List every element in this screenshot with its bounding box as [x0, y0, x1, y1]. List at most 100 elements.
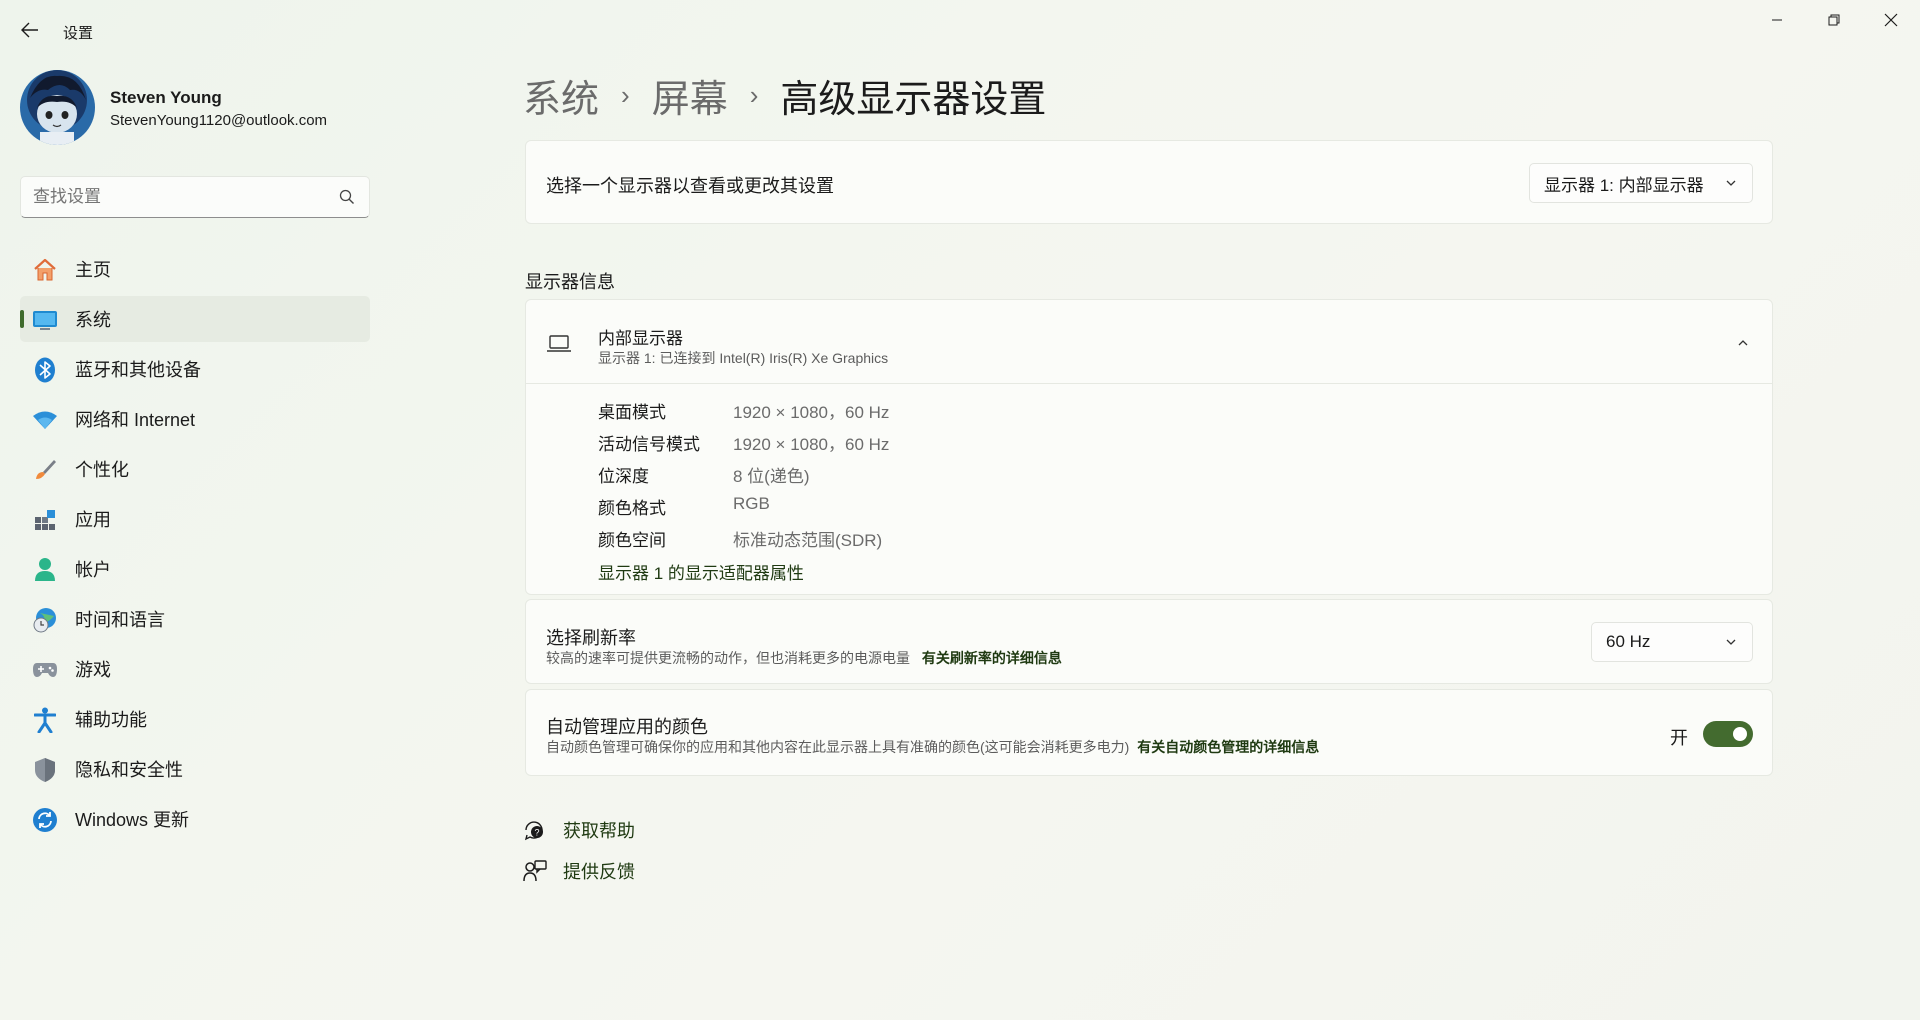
color-management-label: 自动管理应用的颜色	[546, 717, 708, 737]
sidebar-item-label: 帐户	[75, 560, 111, 580]
feedback-icon	[523, 860, 547, 882]
breadcrumb: 系统 › 屏幕 › 高级显示器设置	[523, 68, 1047, 123]
color-management-desc: 自动颜色管理可确保你的应用和其他内容在此显示器上具有准确的颜色(这可能会消耗更多…	[546, 737, 1319, 757]
monitor-icon	[32, 307, 58, 333]
user-email: StevenYoung1120@outlook.com	[110, 112, 328, 129]
sidebar-item-time-language[interactable]: 时间和语言	[20, 596, 370, 642]
shield-icon	[32, 757, 58, 783]
restore-icon	[1828, 14, 1840, 26]
chevron-down-icon	[1726, 180, 1736, 186]
home-icon	[32, 257, 58, 283]
search-icon[interactable]	[339, 189, 355, 205]
display-info-header[interactable]: 内部显示器 显示器 1: 已连接到 Intel(R) Iris(R) Xe Gr…	[526, 300, 1772, 384]
user-profile[interactable]: Steven Young StevenYoung1120@outlook.com	[20, 70, 380, 146]
sidebar-item-label: 隐私和安全性	[75, 760, 183, 780]
refresh-rate-dropdown[interactable]: 60 Hz	[1591, 622, 1753, 662]
info-key: 桌面模式	[598, 403, 666, 422]
toggle-knob	[1733, 727, 1747, 741]
display-select-label: 选择一个显示器以查看或更改其设置	[546, 176, 834, 196]
update-icon	[32, 807, 58, 833]
sidebar-item-personalization[interactable]: 个性化	[20, 446, 370, 492]
info-key: 位深度	[598, 467, 649, 486]
section-title-display-info: 显示器信息	[525, 272, 615, 292]
sidebar-item-label: 蓝牙和其他设备	[75, 360, 201, 380]
toggle-state-label: 开	[1670, 728, 1688, 748]
display-select-value: 显示器 1: 内部显示器	[1544, 175, 1704, 195]
adapter-properties-link[interactable]: 显示器 1 的显示适配器属性	[598, 559, 804, 584]
apps-icon	[32, 507, 58, 533]
help-icon: ?	[524, 821, 543, 841]
sidebar-item-apps[interactable]: 应用	[20, 496, 370, 542]
info-key: 颜色空间	[598, 531, 666, 550]
sidebar-item-gaming[interactable]: 游戏	[20, 646, 370, 692]
back-button[interactable]	[14, 14, 46, 46]
close-icon	[1884, 13, 1898, 27]
sidebar-item-label: 网络和 Internet	[75, 410, 196, 430]
color-management-details-link[interactable]: 有关自动颜色管理的详细信息	[1137, 739, 1319, 755]
info-value: 1920 × 1080，60 Hz	[733, 403, 890, 422]
accessibility-icon	[32, 707, 58, 733]
get-help-label: 获取帮助	[563, 821, 635, 841]
get-help-link[interactable]: ? 获取帮助	[523, 817, 723, 843]
info-value: 8 位(递色)	[733, 467, 810, 486]
sidebar-item-label: 游戏	[75, 660, 111, 680]
info-value: 标准动态范围(SDR)	[733, 531, 883, 550]
sidebar-item-label: 时间和语言	[75, 610, 165, 630]
restore-button[interactable]	[1805, 0, 1863, 40]
globe-clock-icon	[32, 607, 58, 633]
user-name: Steven Young	[110, 88, 222, 107]
active-indicator	[20, 310, 24, 328]
sidebar-item-home[interactable]: 主页	[20, 246, 370, 292]
search-box[interactable]	[20, 176, 370, 218]
sidebar-item-privacy[interactable]: 隐私和安全性	[20, 746, 370, 792]
sidebar-nav: 主页 系统 蓝牙和其他设备 网络和 Internet 个性化 应用 帐户 时间和…	[20, 246, 370, 846]
sidebar-item-accessibility[interactable]: 辅助功能	[20, 696, 370, 742]
feedback-label: 提供反馈	[563, 862, 635, 882]
breadcrumb-separator: ›	[749, 79, 759, 110]
brush-icon	[32, 457, 58, 483]
refresh-rate-card: 选择刷新率 较高的速率可提供更流畅的动作，但也消耗更多的电源电量 有关刷新率的详…	[525, 599, 1773, 684]
refresh-rate-desc-text: 较高的速率可提供更流畅的动作，但也消耗更多的电源电量	[546, 650, 910, 666]
display-subtitle: 显示器 1: 已连接到 Intel(R) Iris(R) Xe Graphics	[598, 350, 889, 366]
svg-text:?: ?	[534, 828, 539, 838]
chevron-up-icon[interactable]	[1736, 336, 1750, 350]
feedback-link[interactable]: 提供反馈	[523, 858, 723, 884]
color-management-toggle[interactable]	[1703, 721, 1753, 747]
info-key: 颜色格式	[598, 499, 666, 518]
breadcrumb-item-system[interactable]: 系统	[523, 68, 599, 123]
chevron-down-icon	[1726, 639, 1736, 645]
breadcrumb-separator: ›	[621, 79, 630, 110]
search-input[interactable]	[33, 187, 323, 207]
sidebar-item-bluetooth[interactable]: 蓝牙和其他设备	[20, 346, 370, 392]
minimize-button[interactable]	[1748, 0, 1806, 40]
gamepad-icon	[32, 657, 58, 683]
refresh-rate-desc: 较高的速率可提供更流畅的动作，但也消耗更多的电源电量 有关刷新率的详细信息	[546, 648, 1062, 668]
sidebar-item-system[interactable]: 系统	[20, 296, 370, 342]
display-info-card: 内部显示器 显示器 1: 已连接到 Intel(R) Iris(R) Xe Gr…	[525, 299, 1773, 595]
info-value: RGB	[733, 494, 770, 513]
sidebar-item-windows-update[interactable]: Windows 更新	[20, 796, 370, 842]
close-button[interactable]	[1862, 0, 1920, 40]
display-name: 内部显示器	[598, 329, 683, 348]
sidebar-item-accounts[interactable]: 帐户	[20, 546, 370, 592]
color-management-desc-text: 自动颜色管理可确保你的应用和其他内容在此显示器上具有准确的颜色(这可能会消耗更多…	[546, 739, 1130, 755]
refresh-rate-value: 60 Hz	[1606, 632, 1651, 651]
sidebar-item-network[interactable]: 网络和 Internet	[20, 396, 370, 442]
page-title: 高级显示器设置	[780, 78, 1047, 121]
title-bar: 设置	[0, 0, 1920, 60]
refresh-rate-label: 选择刷新率	[546, 628, 636, 648]
display-select-dropdown[interactable]: 显示器 1: 内部显示器	[1529, 163, 1753, 203]
info-key: 活动信号模式	[598, 435, 700, 454]
display-select-card: 选择一个显示器以查看或更改其设置 显示器 1: 内部显示器	[525, 140, 1773, 224]
arrow-left-icon	[21, 22, 38, 38]
sidebar-item-label: 主页	[75, 260, 111, 280]
sidebar-item-label: 系统	[75, 310, 111, 330]
breadcrumb-item-display[interactable]: 屏幕	[652, 68, 728, 123]
avatar[interactable]	[20, 70, 95, 145]
sidebar-item-label: 个性化	[75, 460, 129, 480]
minimize-icon	[1772, 19, 1782, 21]
refresh-rate-details-link[interactable]: 有关刷新率的详细信息	[922, 650, 1062, 666]
account-icon	[32, 557, 58, 583]
wifi-icon	[32, 407, 58, 433]
sidebar-item-label: 应用	[75, 510, 111, 530]
